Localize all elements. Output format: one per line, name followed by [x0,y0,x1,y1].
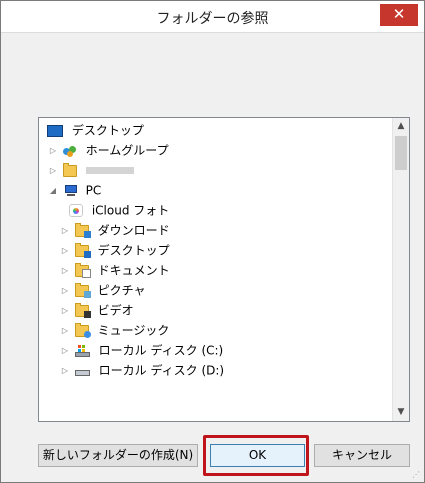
local-disk-c-icon [74,344,90,357]
tree-item-music[interactable]: ▷ ミュージック [59,320,169,340]
expand-arrow-icon[interactable]: ▷ [59,361,71,381]
collapse-arrow-icon[interactable]: ◢ [47,181,59,201]
expand-arrow-icon[interactable]: ▷ [59,221,71,241]
pc-icon [63,184,77,197]
tree-item-local-disk-d[interactable]: ▷ ローカル ディスク (D:) [59,360,224,380]
tree-item-label: iCloud フォト [91,203,170,218]
expand-arrow-icon[interactable]: ▷ [59,341,71,361]
tree-item-user[interactable]: ▷ [47,160,134,180]
tree-item-downloads[interactable]: ▷ ダウンロード [59,220,170,240]
tree-item-icloud-photos[interactable]: iCloud フォト [69,200,169,220]
pictures-folder-icon [74,282,91,298]
expand-arrow-icon[interactable]: ▷ [47,161,59,181]
tree-item-label: ローカル ディスク (C:) [98,343,224,358]
homegroup-icon [62,145,77,157]
expand-arrow-icon[interactable]: ▷ [59,241,71,261]
close-button[interactable]: ✕ [380,4,418,26]
tree-item-local-disk-c[interactable]: ▷ ローカル ディスク (C:) [59,340,223,360]
tree-item-videos[interactable]: ▷ ビデオ [59,300,134,320]
folder-tree[interactable]: デスクトップ ▷ ホームグループ ▷ ◢ PC iCloud フォト ▷ ダウン… [38,117,410,422]
expand-arrow-icon[interactable]: ▷ [59,261,71,281]
tree-item-label: デスクトップ [97,243,170,258]
expand-arrow-icon[interactable]: ▷ [47,141,59,161]
tree-item-label: PC [85,183,102,198]
ok-highlight-box [203,435,309,476]
new-folder-button[interactable]: 新しいフォルダーの作成(N) [38,444,198,467]
browse-folder-dialog: フォルダーの参照 ✕ デスクトップ ▷ ホームグループ ▷ ◢ PC iClou… [0,0,425,483]
user-icon [62,162,77,177]
desktop-folder-icon [74,242,91,258]
tree-item-desktop-folder[interactable]: ▷ デスクトップ [59,240,170,260]
tree-item-label: ドキュメント [97,263,170,278]
tree-item-label: ミュージック [97,323,170,338]
expand-arrow-icon[interactable]: ▷ [59,281,71,301]
redacted-username [85,167,134,174]
expand-arrow-icon[interactable]: ▷ [59,321,71,341]
tree-item-label: ローカル ディスク (D:) [98,363,225,378]
vertical-scrollbar[interactable]: ▲ ▼ [392,118,409,421]
cancel-button[interactable]: キャンセル [314,444,410,467]
tree-item-documents[interactable]: ▷ ドキュメント [59,260,170,280]
tree-item-pc[interactable]: ◢ PC [47,180,101,200]
tree-item-homegroup[interactable]: ▷ ホームグループ [47,140,169,160]
tree-item-desktop[interactable]: デスクトップ [47,120,144,140]
desktop-icon [47,124,63,137]
documents-folder-icon [74,262,91,278]
tree-item-label: ピクチャ [97,283,146,298]
downloads-folder-icon [74,222,91,238]
local-disk-d-icon [74,365,90,377]
icloud-photos-icon [69,204,83,217]
videos-folder-icon [74,302,91,318]
resize-grip-icon[interactable]: ⋰ [412,470,422,480]
close-icon: ✕ [392,5,406,23]
expand-arrow-icon[interactable]: ▷ [59,301,71,321]
scroll-up-icon[interactable]: ▲ [393,118,409,135]
tree-item-pictures[interactable]: ▷ ピクチャ [59,280,146,300]
tree-item-label: デスクトップ [71,123,144,138]
music-folder-icon [74,322,91,338]
scroll-down-icon[interactable]: ▼ [393,404,409,421]
title-bar[interactable]: フォルダーの参照 ✕ [1,1,424,33]
tree-item-label: ダウンロード [97,223,170,238]
tree-item-label: ビデオ [97,303,134,318]
tree-item-label: ホームグループ [85,143,169,158]
scroll-thumb[interactable] [395,136,407,170]
dialog-title: フォルダーの参照 [156,11,269,27]
